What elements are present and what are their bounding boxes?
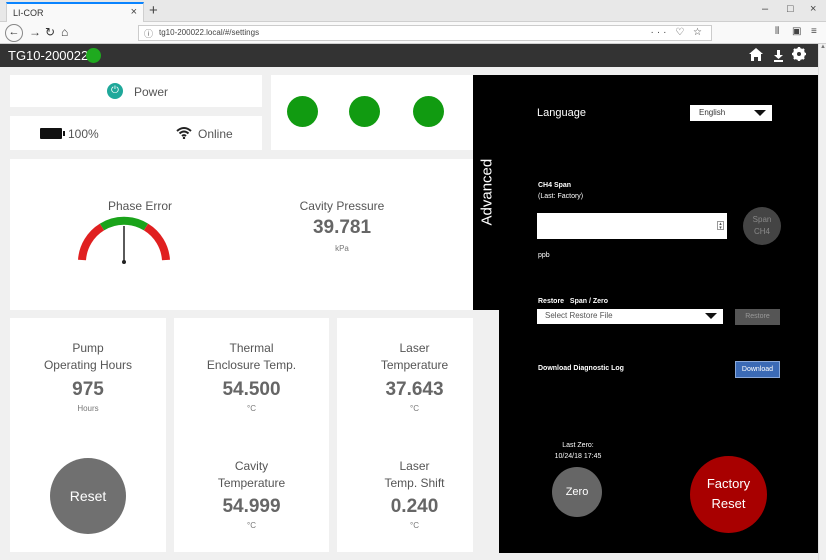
back-arrow-icon[interactable]: ←: [5, 24, 23, 42]
browser-toolbar: ← → ↻ ⌂ ⓘ tg10-200022.local/#/settings ·…: [0, 22, 826, 44]
laser-shift-title-1: Laser: [399, 459, 430, 473]
restore-placeholder: Select Restore File: [545, 311, 613, 320]
cavity-pressure-unit: kPa: [335, 244, 349, 253]
laser-temp-title-2: Temperature: [380, 358, 449, 372]
wifi-icon: [176, 127, 192, 139]
thermal-unit: °C: [247, 404, 256, 413]
status-light-1: [287, 96, 318, 127]
status-lights-panel: [271, 75, 481, 150]
advanced-tab-label: Advanced: [478, 158, 496, 226]
tab-title: LI-COR: [13, 8, 44, 18]
last-zero-time: 10/24/18 17:45: [554, 453, 602, 460]
laser-shift-title-2: Temp. Shift: [384, 476, 445, 490]
cavity-temp-title-2: Temperature: [217, 476, 286, 490]
cavity-temp-title-1: Cavity: [234, 459, 269, 473]
new-tab-icon[interactable]: +: [149, 2, 158, 19]
window-close-icon[interactable]: ×: [810, 3, 816, 15]
restore-file-select[interactable]: Select Restore File: [537, 309, 723, 324]
temperature-column-2: Laser Temperature 37.643 °C Laser Temp. …: [337, 318, 492, 552]
factory-reset-button[interactable]: Factory Reset: [690, 456, 767, 533]
spinner-icon[interactable]: ▴ ▾: [717, 221, 724, 231]
span-title: CH4 Span: [538, 182, 572, 189]
status-light-3: [413, 96, 444, 127]
factory-reset-line-1: Factory: [706, 476, 751, 491]
forward-arrow-icon[interactable]: →: [29, 25, 41, 39]
url-text: tg10-200022.local/#/settings: [159, 28, 260, 37]
home-icon[interactable]: [748, 47, 764, 62]
laser-temp-value: 37.643: [385, 379, 444, 400]
app-header: TG10-200022: [0, 44, 818, 67]
zero-button[interactable]: Zero: [552, 467, 602, 517]
device-title: TG10-200022: [8, 48, 89, 63]
download-button[interactable]: Download: [735, 361, 780, 378]
browser-tab-bar: LI-COR × + – □ ×: [0, 0, 826, 22]
battery-level: 100%: [68, 127, 99, 141]
laser-shift-unit: °C: [410, 521, 419, 530]
measurement-panel: Phase Error Cavity Pressure 39.781 kPa: [10, 159, 482, 310]
restore-label: Restore Span / Zero: [538, 298, 609, 305]
factory-reset-line-2: Reset: [711, 496, 746, 511]
info-icon[interactable]: ⓘ: [144, 27, 153, 40]
reset-button[interactable]: Reset: [50, 458, 126, 534]
laser-temp-title-1: Laser: [399, 341, 430, 355]
maximize-icon[interactable]: □: [787, 3, 794, 15]
page-scrollbar[interactable]: ▲: [818, 44, 826, 560]
pump-title-2: Operating Hours: [43, 358, 133, 372]
span-last: (Last: Factory): [538, 193, 584, 200]
phase-error-gauge: [78, 216, 170, 264]
library-icon[interactable]: ⫴: [775, 26, 779, 37]
sidebar-icon[interactable]: ▣: [792, 26, 801, 37]
thermal-title-1: Thermal: [229, 341, 274, 355]
address-bar[interactable]: ⓘ tg10-200022.local/#/settings ··· ♡ ☆: [138, 25, 712, 41]
advanced-tab[interactable]: Advanced: [473, 158, 501, 226]
laser-temp-unit: °C: [410, 404, 419, 413]
diagnostic-log-label: Download Diagnostic Log: [538, 365, 624, 372]
cavity-pressure-value: 39.781: [312, 217, 372, 238]
language-value: English: [699, 108, 726, 117]
reload-icon[interactable]: ↻: [45, 25, 55, 39]
last-zero-info: Last Zero: 10/24/18 17:45: [548, 440, 608, 462]
power-panel[interactable]: ⏻ Power: [10, 75, 262, 107]
minimize-icon[interactable]: –: [762, 3, 768, 15]
span-button-line-2: CH4: [753, 227, 770, 236]
advanced-panel-gap: [473, 310, 499, 553]
pump-hours-value: 975: [72, 379, 104, 400]
download-icon[interactable]: [773, 50, 784, 62]
status-panel: 100% Online: [10, 116, 262, 150]
temperature-column-1: Thermal Enclosure Temp. 54.500 °C Cavity…: [174, 318, 329, 552]
power-label: Power: [134, 85, 169, 99]
span-ch4-button[interactable]: Span CH4: [743, 207, 781, 245]
network-status: Online: [198, 127, 233, 141]
menu-icon[interactable]: ≡: [811, 26, 817, 37]
span-button-line-1: Span: [752, 215, 772, 224]
status-light-2: [349, 96, 380, 127]
pump-hours-tile: Pump Operating Hours 975 Hours Reset: [10, 318, 166, 552]
connection-status-dot: [86, 48, 101, 63]
language-label: Language: [537, 107, 586, 119]
page-actions-icons[interactable]: ··· ♡ ☆: [651, 27, 705, 38]
last-zero-label: Last Zero:: [562, 442, 594, 449]
chevron-down-icon: [754, 110, 766, 116]
gear-icon[interactable]: [792, 47, 806, 61]
phase-error-title: Phase Error: [107, 199, 173, 213]
home-icon[interactable]: ⌂: [61, 25, 68, 39]
thermal-value: 54.500: [222, 379, 281, 400]
battery-icon: [40, 128, 65, 139]
pump-hours-unit: Hours: [77, 404, 99, 413]
scroll-up-icon[interactable]: ▲: [820, 44, 826, 50]
tab-close-icon[interactable]: ×: [131, 6, 137, 18]
cavity-temp-unit: °C: [247, 521, 256, 530]
span-value-input[interactable]: ▴ ▾: [537, 213, 727, 239]
cavity-temp-value: 54.999: [222, 496, 281, 517]
span-unit: ppb: [538, 252, 550, 259]
power-icon: ⏻: [107, 83, 123, 99]
browser-tab[interactable]: LI-COR ×: [6, 2, 144, 22]
cavity-pressure-title: Cavity Pressure: [299, 199, 385, 213]
restore-button[interactable]: Restore: [735, 309, 780, 325]
language-select[interactable]: English: [690, 105, 772, 121]
laser-shift-value: 0.240: [390, 496, 439, 517]
chevron-down-icon: [705, 313, 717, 319]
thermal-title-2: Enclosure Temp.: [206, 358, 297, 372]
pump-title-1: Pump: [72, 341, 104, 355]
